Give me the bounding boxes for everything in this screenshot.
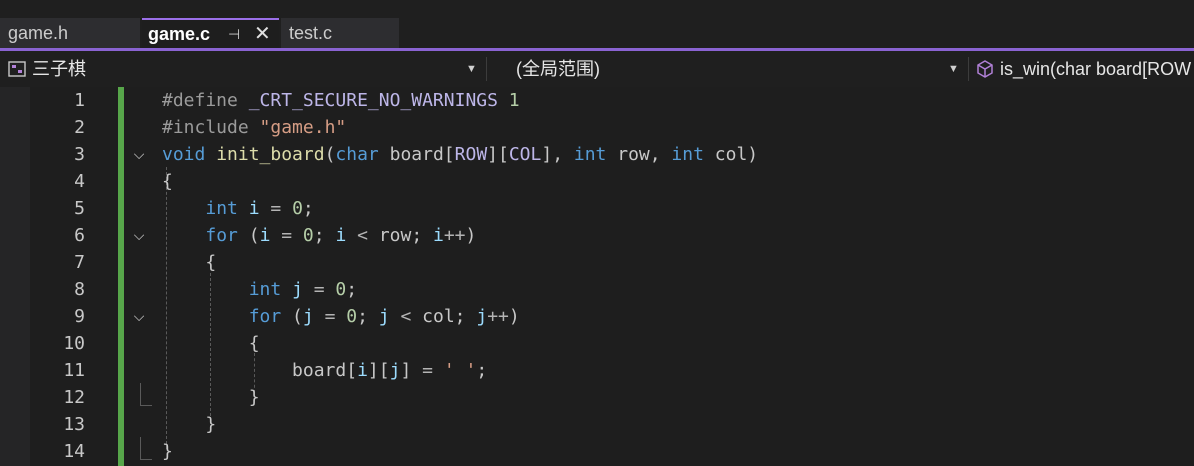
code-text: void init_board(char board[ROW][COL], in… bbox=[162, 144, 759, 165]
code-line[interactable]: 7 { bbox=[0, 249, 1194, 276]
member-label: is_win(char board[ROW bbox=[1000, 59, 1192, 79]
code-editor[interactable]: 1 #define _CRT_SECURE_NO_WARNINGS 1 2 #incl… bbox=[0, 87, 1194, 466]
chevron-down-icon: ▼ bbox=[948, 63, 959, 75]
tab-strip: game.h game.c ⊣ ✕ test.c bbox=[0, 0, 1194, 48]
line-number: 14 bbox=[63, 441, 85, 462]
code-text: { bbox=[162, 252, 217, 273]
code-line[interactable]: 1 #define _CRT_SECURE_NO_WARNINGS 1 bbox=[0, 87, 1194, 114]
code-text: #define _CRT_SECURE_NO_WARNINGS 1 bbox=[162, 90, 520, 111]
line-number: 6 bbox=[74, 225, 85, 246]
line-number: 13 bbox=[63, 414, 85, 435]
collapse-chevron-icon[interactable]: ⌵ bbox=[131, 303, 147, 330]
code-line[interactable]: 5 int i = 0; bbox=[0, 195, 1194, 222]
nav-separator bbox=[486, 57, 487, 81]
line-number: 3 bbox=[74, 144, 85, 165]
code-line[interactable]: 11 board[i][j] = ' '; bbox=[0, 357, 1194, 384]
code-line[interactable]: 13 } bbox=[0, 411, 1194, 438]
code-text: for (j = 0; j < col; j++) bbox=[248, 306, 520, 327]
code-text: for (i = 0; i < row; i++) bbox=[205, 225, 477, 246]
chevron-down-icon: ▼ bbox=[466, 63, 477, 75]
code-line[interactable]: 10 { bbox=[0, 330, 1194, 357]
collapse-chevron-icon[interactable]: ⌵ bbox=[131, 222, 147, 249]
code-line[interactable]: 9 ⌵ for (j = 0; j < col; j++) bbox=[0, 303, 1194, 330]
tab-label: game.h bbox=[8, 23, 69, 43]
line-number: 5 bbox=[74, 198, 85, 219]
line-number: 12 bbox=[63, 387, 85, 408]
code-text: } bbox=[162, 387, 260, 408]
project-icon bbox=[8, 61, 26, 77]
scope-dropdown[interactable]: (全局范围) ▼ bbox=[490, 55, 966, 83]
line-number: 4 bbox=[74, 171, 85, 192]
line-number: 10 bbox=[63, 333, 85, 354]
tab-game-c[interactable]: game.c ⊣ ✕ bbox=[142, 18, 279, 48]
code-text: #include "game.h" bbox=[162, 117, 347, 138]
code-text: int j = 0; bbox=[248, 279, 358, 300]
close-icon[interactable]: ✕ bbox=[254, 20, 271, 48]
code-text: int i = 0; bbox=[205, 198, 314, 219]
code-line[interactable]: 2 #include "game.h" bbox=[0, 114, 1194, 141]
collapse-chevron-icon[interactable]: ⌵ bbox=[131, 141, 147, 168]
line-number: 11 bbox=[63, 360, 85, 381]
line-number: 9 bbox=[74, 306, 85, 327]
navigation-bar: 三子棋 ▼ (全局范围) ▼ is_win(char board[ROW bbox=[0, 51, 1194, 87]
tab-label: test.c bbox=[289, 23, 333, 43]
code-text: board[i][j] = ' '; bbox=[162, 360, 488, 381]
code-line[interactable]: 4{ bbox=[0, 168, 1194, 195]
code-line[interactable]: 12 } bbox=[0, 384, 1194, 411]
line-number: 2 bbox=[74, 117, 85, 138]
project-name: 三子棋 bbox=[32, 59, 86, 79]
code-line[interactable]: 3 ⌵ void init_board(char board[ROW][COL], … bbox=[0, 141, 1194, 168]
member-dropdown[interactable]: is_win(char board[ROW bbox=[972, 55, 1194, 83]
line-number: 1 bbox=[74, 90, 85, 111]
cube-icon bbox=[977, 60, 993, 78]
code-text: { bbox=[162, 171, 173, 192]
code-line[interactable]: 14} bbox=[0, 438, 1194, 465]
tab-game-h[interactable]: game.h bbox=[0, 18, 140, 48]
code-text: } bbox=[162, 441, 173, 462]
scope-label: (全局范围) bbox=[516, 59, 600, 79]
code-text: } bbox=[162, 414, 217, 435]
tab-test-c[interactable]: test.c bbox=[281, 18, 399, 48]
line-number: 8 bbox=[74, 279, 85, 300]
code-text: { bbox=[162, 333, 260, 354]
nav-separator bbox=[968, 57, 969, 81]
project-dropdown[interactable]: 三子棋 ▼ bbox=[4, 55, 482, 83]
pin-icon[interactable]: ⊣ bbox=[228, 20, 240, 48]
tab-label: game.c bbox=[148, 24, 211, 44]
code-line[interactable]: 6 ⌵ for (i = 0; i < row; i++) bbox=[0, 222, 1194, 249]
code-line[interactable]: 8 int j = 0; bbox=[0, 276, 1194, 303]
line-number: 7 bbox=[74, 252, 85, 273]
